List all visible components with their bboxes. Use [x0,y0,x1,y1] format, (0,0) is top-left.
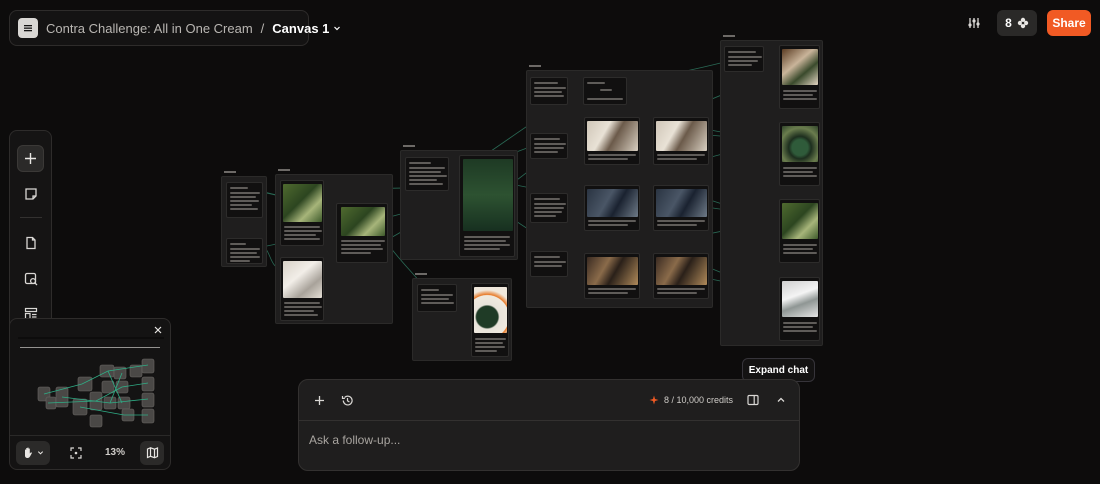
image-search-icon [24,272,37,285]
canvas-frame[interactable] [412,273,512,361]
canvas-name: Canvas 1 [272,20,330,36]
plus-icon [314,395,324,405]
sticky-note-icon [24,187,37,200]
minimap-toolbar: 13% [10,435,170,469]
sliders-icon [968,18,980,28]
credit-usage: 8 / 10,000 credits [649,395,733,405]
chat-panel: 8 / 10,000 credits [298,379,800,471]
attach-button[interactable] [311,392,327,408]
toggle-minimap-button[interactable] [140,440,164,465]
canvas-frame[interactable] [720,35,823,346]
expand-chat-button[interactable] [773,392,789,408]
document-button[interactable] [17,229,44,256]
sticky-note-button[interactable] [17,180,44,207]
history-button[interactable] [339,392,355,408]
document-icon [25,236,36,249]
minimap-close-button[interactable] [152,324,164,336]
share-button[interactable]: Share [1047,10,1091,36]
settings-button[interactable] [961,10,987,36]
zoom-level[interactable]: 13% [100,447,130,458]
panel-icon [747,394,759,406]
breadcrumb-project[interactable]: Contra Challenge: All in One Cream [46,21,253,36]
history-icon [341,395,353,406]
minimap: 13% [9,318,171,470]
canvas-frame[interactable] [275,169,393,324]
add-node-button[interactable] [17,145,44,172]
canvas-frame[interactable] [221,171,267,267]
chat-input[interactable] [309,433,789,447]
fit-icon [70,446,82,459]
plus-icon [25,153,36,164]
canvas-selector[interactable]: Canvas 1 [272,21,341,36]
map-icon [146,447,158,459]
menu-button[interactable] [18,18,38,38]
chevron-up-icon [777,397,785,402]
credits-button[interactable]: 8 [997,10,1037,36]
fit-view-button[interactable] [64,441,88,465]
breadcrumb: Contra Challenge: All in One Cream / Can… [9,10,341,46]
breadcrumb-separator: / [260,20,265,36]
credit-count: 8 [1005,16,1012,30]
canvas-frame[interactable] [400,145,518,260]
minimap-viewport[interactable] [18,337,164,437]
chevron-down-icon [334,26,341,31]
flower-icon [1017,17,1029,29]
hand-icon [25,447,32,458]
chat-toolbar: 8 / 10,000 credits [299,380,799,421]
top-right-actions: 8 Share [961,10,1091,36]
credit-usage-text: 8 / 10,000 credits [663,395,733,405]
rail-divider [20,217,42,218]
canvas-frame[interactable] [526,65,713,308]
toggle-panel-button[interactable] [745,392,761,408]
pan-tool-button[interactable] [16,440,50,465]
sparkle-icon [649,395,659,405]
close-icon [154,326,162,334]
menu-icon [24,25,32,32]
chevron-down-icon [37,451,44,455]
image-search-button[interactable] [17,265,44,292]
